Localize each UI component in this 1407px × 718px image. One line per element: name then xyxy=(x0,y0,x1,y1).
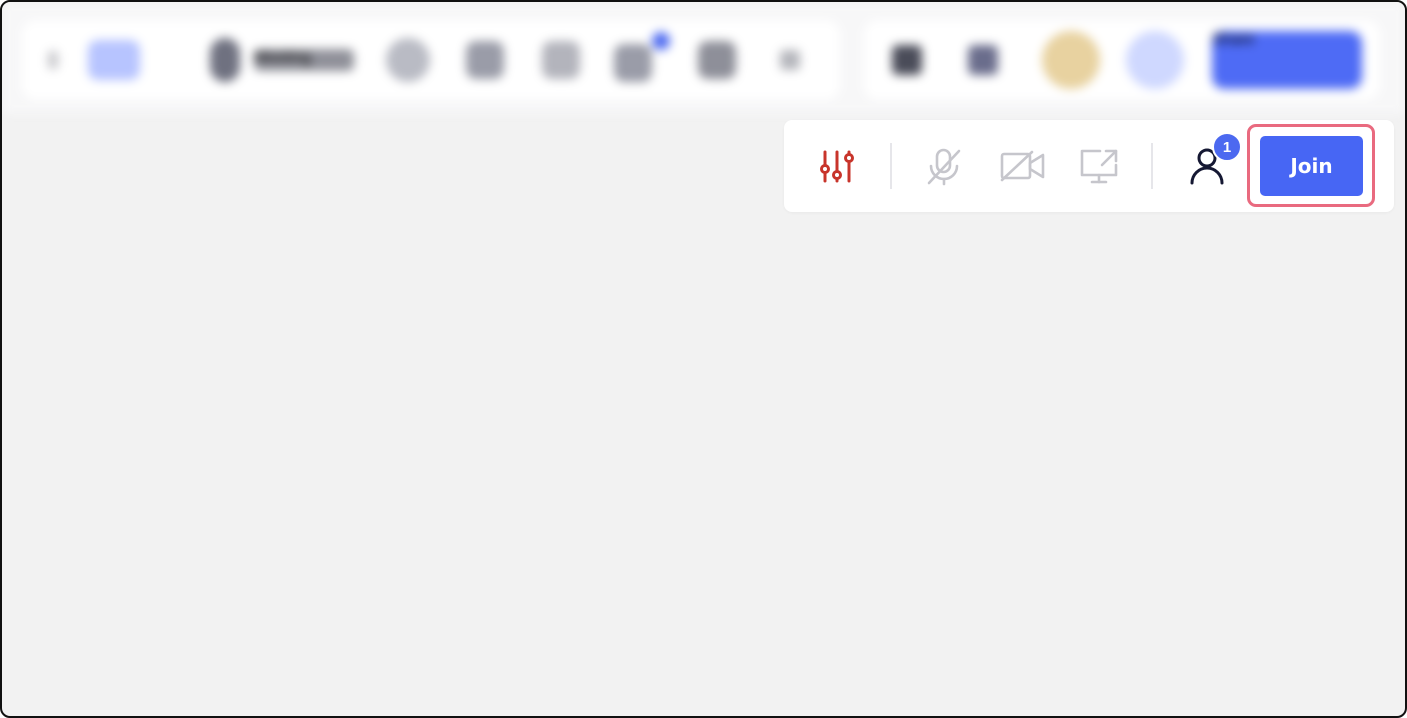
chat-icon[interactable] xyxy=(614,44,652,82)
avatar[interactable] xyxy=(1042,31,1100,89)
notes-icon[interactable] xyxy=(466,41,504,79)
microphone-icon[interactable] xyxy=(210,38,240,82)
pen-icon[interactable] xyxy=(892,45,922,75)
grid-icon[interactable] xyxy=(542,41,580,79)
app-window: Meeting Share 1 Join xyxy=(0,0,1407,718)
divider xyxy=(890,143,892,189)
mic-off-icon xyxy=(927,148,961,186)
meeting-label: Meeting xyxy=(254,49,354,71)
avatar[interactable] xyxy=(1126,31,1184,89)
toolbar-left-group: Meeting xyxy=(22,20,840,100)
microphone-toggle-button[interactable] xyxy=(922,144,966,188)
sliders-icon xyxy=(820,150,854,183)
join-button[interactable]: Join xyxy=(1260,136,1363,196)
toolbar-right-group: Share xyxy=(864,20,1380,100)
document-icon[interactable] xyxy=(698,41,736,79)
chat-notification-dot xyxy=(652,32,670,50)
share-button[interactable]: Share xyxy=(1212,31,1362,89)
brush-icon[interactable] xyxy=(968,45,998,75)
participants-count-badge: 1 xyxy=(1212,132,1242,162)
video-off-icon xyxy=(1000,150,1045,182)
screen-share-icon xyxy=(1080,149,1118,184)
divider xyxy=(1151,143,1153,189)
globe-icon[interactable] xyxy=(386,38,430,82)
settings-button[interactable] xyxy=(815,144,859,188)
video-toggle-icon[interactable] xyxy=(88,40,140,80)
plus-icon[interactable] xyxy=(780,50,800,70)
camera-toggle-button[interactable] xyxy=(999,144,1047,188)
screen-share-button[interactable] xyxy=(1077,144,1121,188)
top-toolbar-blurred: Meeting Share xyxy=(2,2,1405,114)
chevron-left-icon[interactable] xyxy=(48,51,58,69)
